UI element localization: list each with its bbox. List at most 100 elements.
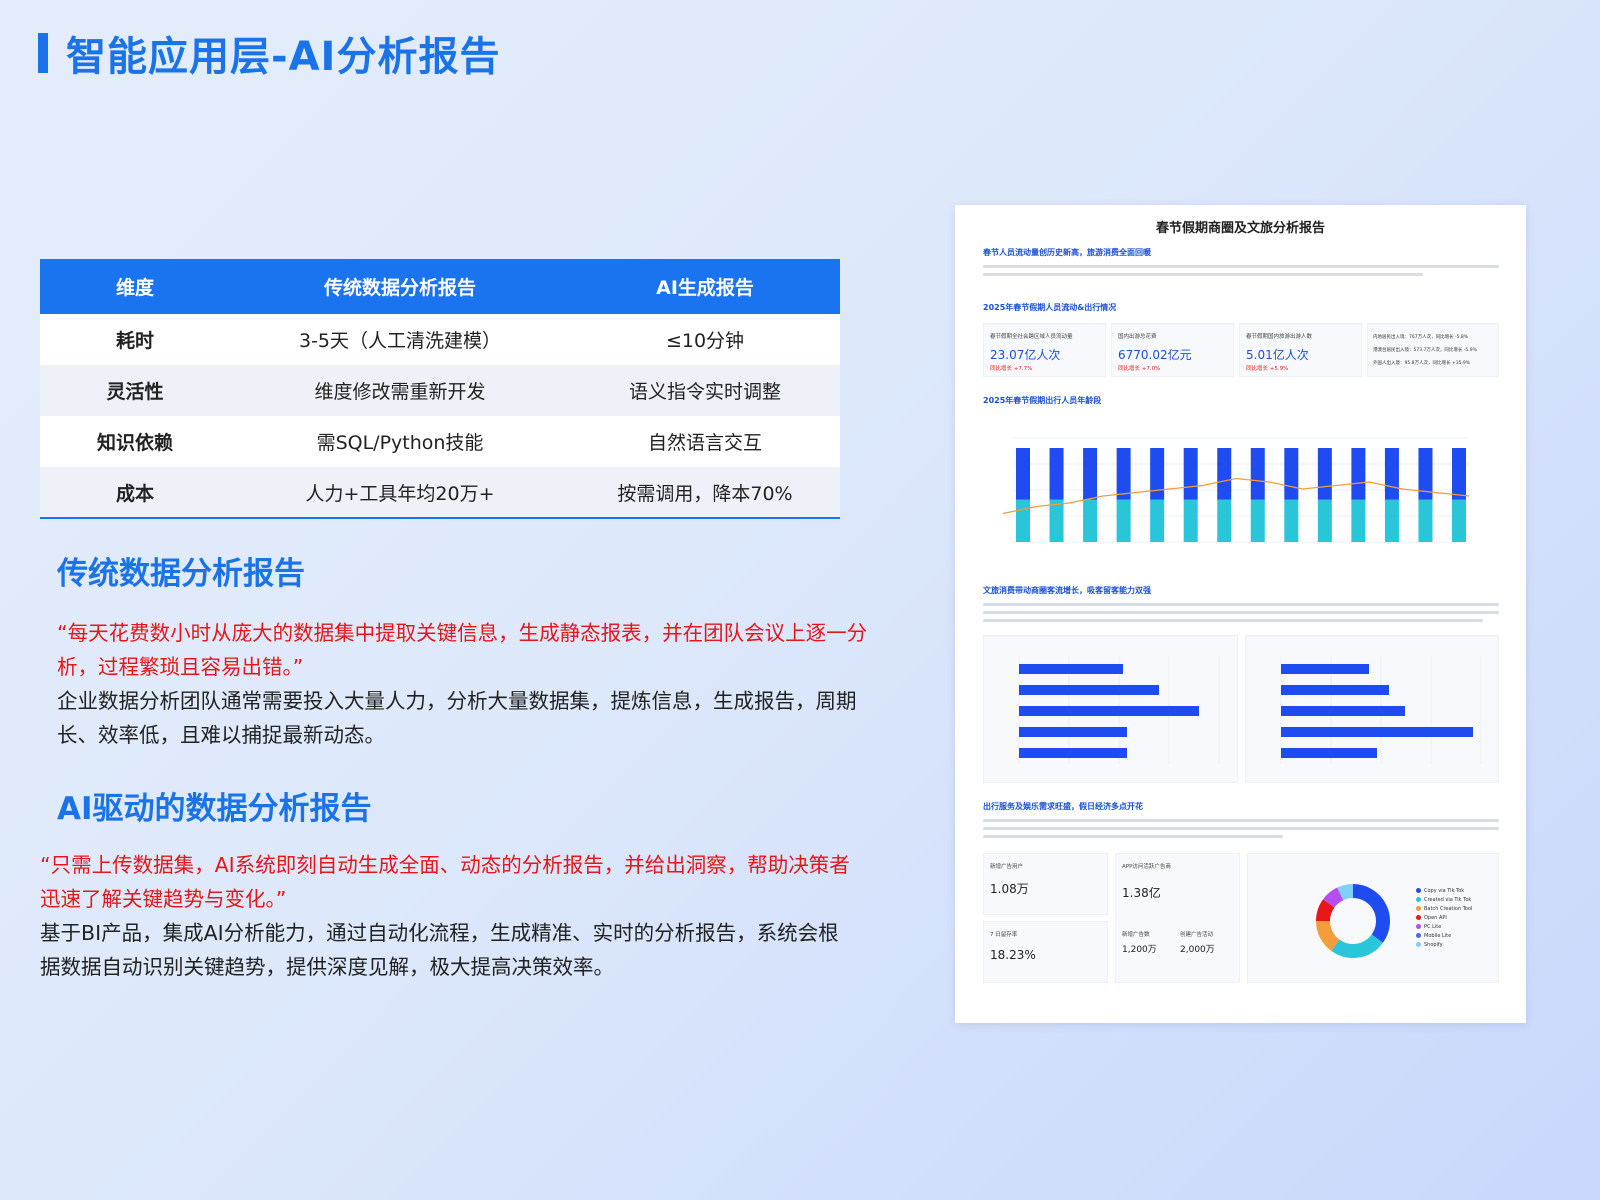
legend-swatch <box>1416 915 1421 920</box>
hbar-chart <box>1018 656 1220 764</box>
kpi-bullet: 外国人出入境：95.8万人次，同比增长 +35.9% <box>1373 361 1471 366</box>
kpi-label: 新增广告用户 <box>990 864 1024 870</box>
series-line <box>1002 477 1470 515</box>
report-section-heading: 春节人员流动量创历史新高，旅游消费全面回暖 <box>983 248 1151 257</box>
sub-kpi-label: 新增广告数 <box>1122 932 1150 938</box>
bar-segment <box>1317 448 1332 500</box>
bar-segment <box>1217 448 1232 500</box>
donut-slice <box>1337 884 1354 901</box>
bar-segment <box>1384 448 1399 500</box>
bar-segment <box>1150 448 1165 500</box>
legend-swatch <box>1416 933 1421 938</box>
sub-kpi: 新增广告数 1,200万 <box>1122 930 1176 955</box>
bar-segment <box>1250 448 1265 500</box>
column-header: 维度 <box>40 259 230 314</box>
bar-segment <box>1384 499 1399 542</box>
text-line <box>983 819 1499 822</box>
bar-segment <box>1049 448 1064 500</box>
kpi-change: 同比增长 +7.0% <box>1118 366 1161 372</box>
legend-item: Mobile Lite <box>1416 933 1472 939</box>
legend-label: PC Lite <box>1424 924 1442 930</box>
kpi-label: 国内出游总花费 <box>1118 334 1157 340</box>
kpi-card: 7 日留存率 18.23% <box>983 921 1108 983</box>
text-line <box>983 273 1423 276</box>
table-cell: 维度修改需重新开发 <box>230 365 570 416</box>
bar <box>1019 664 1123 674</box>
bar <box>1019 685 1159 695</box>
bar-segment <box>1351 499 1366 542</box>
bar-segment <box>1284 499 1299 542</box>
traditional-quote: “每天花费数小时从庞大的数据集中提取关键信息，生成静态报表，并在团队会议上逐一分… <box>57 621 868 679</box>
bar-segment <box>1217 499 1232 542</box>
report-preview: 春节假期商圈及文旅分析报告 春节人员流动量创历史新高，旅游消费全面回暖 2025… <box>955 205 1526 1023</box>
bar-segment <box>1250 499 1265 542</box>
bar <box>1019 748 1127 758</box>
bar-segment <box>1049 499 1064 542</box>
legend-label: Created via Tik Tok <box>1424 897 1472 903</box>
report-section-heading: 出行服务及娱乐需求旺盛，假日经济多点开花 <box>983 802 1143 811</box>
table-row: 灵活性 维度修改需重新开发 语义指令实时调整 <box>40 365 840 416</box>
kpi-bullet: 港澳台居民出入境：573.7万人次，同比增长 -5.9% <box>1373 348 1477 353</box>
kpi-value: 1.38亿 <box>1122 886 1161 900</box>
age-bar-line-chart <box>1002 437 1470 543</box>
donut-slice <box>1316 899 1335 922</box>
report-title: 春节假期商圈及文旅分析报告 <box>1155 221 1325 236</box>
bar-segment <box>1116 499 1131 542</box>
legend-swatch <box>1416 906 1421 911</box>
kpi-bullets-card: 内地居民出入境：767万人次，同比增长 -5.8% 港澳台居民出入境：573.7… <box>1367 323 1499 377</box>
bar-segment <box>1284 448 1299 500</box>
bar-segment <box>1083 499 1098 542</box>
table-cell: 语义指令实时调整 <box>570 365 840 416</box>
kpi-bullet: 内地居民出入境：767万人次，同比增长 -5.8% <box>1373 335 1469 340</box>
kpi-change: 同比增长 +5.9% <box>1246 366 1289 372</box>
report-section-heading: 2025年春节假期出行人员年龄段 <box>983 396 1102 405</box>
dimension-cell: 知识依赖 <box>40 416 230 467</box>
table-cell: 人力+工具年均20万+ <box>230 467 570 519</box>
hbar-panel <box>983 635 1238 783</box>
kpi-card: 新增广告用户 1.08万 <box>983 853 1108 915</box>
traditional-body: 企业数据分析团队通常需要投入大量人力，分析大量数据集，提炼信息，生成报告，周期长… <box>57 689 857 747</box>
legend-item: Created via Tik Tok <box>1416 897 1472 903</box>
kpi-card: 国内出游总花费 6770.02亿元 同比增长 +7.0% <box>1111 323 1234 377</box>
ai-quote: “只需上传数据集，AI系统即刻自动生成全面、动态的分析报告，并给出洞察，帮助决策… <box>40 853 850 911</box>
donut-chart <box>1316 884 1390 958</box>
kpi-card: 春节假期国内旅游出游人数 5.01亿人次 同比增长 +5.9% <box>1239 323 1362 377</box>
bar-segment <box>1351 448 1366 500</box>
legend-swatch <box>1416 942 1421 947</box>
bar-segment <box>1418 499 1433 542</box>
bar-segment <box>1183 448 1198 500</box>
column-header: 传统数据分析报告 <box>230 259 570 314</box>
dimension-cell: 耗时 <box>40 314 230 365</box>
legend-item: Shopify <box>1416 942 1472 948</box>
text-line <box>983 835 1283 838</box>
table-row: 知识依赖 需SQL/Python技能 自然语言交互 <box>40 416 840 467</box>
table-row: 耗时 3-5天（人工清洗建模） ≤10分钟 <box>40 314 840 365</box>
legend-label: Copy via Tik Tok <box>1424 888 1465 894</box>
donut-slice <box>1331 934 1383 958</box>
text-line <box>983 611 1499 614</box>
kpi-card: 春节假期全社会跨区域人员流动量 23.07亿人次 同比增长 +7.7% <box>983 323 1106 377</box>
kpi-change: 同比增长 +7.7% <box>990 366 1033 372</box>
kpi-label: 春节假期国内旅游出游人数 <box>1246 334 1313 340</box>
bar <box>1019 727 1127 737</box>
bar-segment <box>1016 448 1030 500</box>
legend-item: PC Lite <box>1416 924 1472 930</box>
legend-item: Open API <box>1416 915 1472 921</box>
legend-label: Open API <box>1424 915 1447 921</box>
comparison-table: 维度 传统数据分析报告 AI生成报告 耗时 3-5天（人工清洗建模） ≤10分钟… <box>40 259 840 519</box>
bar-segment <box>1452 448 1466 500</box>
legend-swatch <box>1416 897 1421 902</box>
ai-body: 基于BI产品，集成AI分析能力，通过自动化流程，生成精准、实时的分析报告，系统会… <box>40 921 839 979</box>
donut-slice <box>1323 887 1344 908</box>
kpi-label: 春节假期全社会跨区域人员流动量 <box>990 334 1073 340</box>
table-header-row: 维度 传统数据分析报告 AI生成报告 <box>40 259 840 314</box>
text-line <box>983 265 1499 268</box>
kpi-card: APP访问活跃广告商 1.38亿 新增广告数 1,200万 创建广告活动 2,0… <box>1115 853 1240 983</box>
bar <box>1281 727 1473 737</box>
hbar-panel <box>1245 635 1499 783</box>
legend-item: Batch Creation Tool <box>1416 906 1472 912</box>
bar-segment <box>1083 448 1098 500</box>
legend-item: Copy via Tik Tok <box>1416 888 1472 894</box>
bar <box>1281 685 1389 695</box>
table-cell: ≤10分钟 <box>570 314 840 365</box>
